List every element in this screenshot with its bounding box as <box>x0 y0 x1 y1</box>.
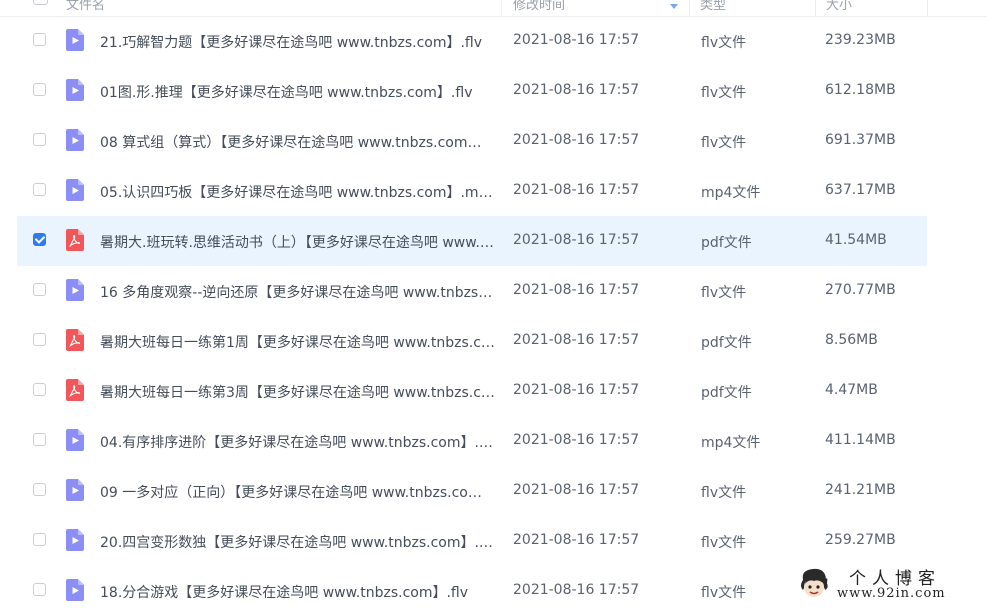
file-name[interactable]: 05.认识四巧板【更多好课尽在途鸟吧 www.tnbzs.com】.mp4 <box>100 182 495 202</box>
video-file-icon <box>66 129 84 151</box>
row-checkbox[interactable] <box>33 283 46 296</box>
file-name[interactable]: 09 一多对应（正向）【更多好课尽在途鸟吧 www.tnbzs.com】.flv <box>100 482 495 502</box>
row-checkbox[interactable] <box>33 133 46 146</box>
file-modified-date: 2021-08-16 17:57 <box>513 232 640 248</box>
file-name[interactable]: 暑期大班每日一练第3周【更多好课尽在途鸟吧 www.tnbzs.com】.pdf <box>100 382 495 402</box>
file-type: flv文件 <box>701 285 747 301</box>
file-row[interactable]: 16 多角度观察--逆向还原【更多好课尽在途鸟吧 www.tnbzs.com】.… <box>17 266 927 316</box>
file-size: 259.27MB <box>825 532 896 548</box>
pdf-file-icon <box>66 329 84 351</box>
file-size: 8.56MB <box>825 332 878 348</box>
row-checkbox-checked[interactable] <box>33 233 46 246</box>
file-row[interactable]: 20.四宫变形数独【更多好课尽在途鸟吧 www.tnbzs.com】.flv 2… <box>17 516 927 566</box>
file-size: 637.17MB <box>825 182 896 198</box>
row-checkbox[interactable] <box>33 583 46 596</box>
file-row[interactable]: 04.有序排序进阶【更多好课尽在途鸟吧 www.tnbzs.com】.mp4 2… <box>17 416 927 466</box>
file-type: mp4文件 <box>701 435 761 451</box>
video-file-icon <box>66 479 84 501</box>
file-modified-date: 2021-08-16 17:57 <box>513 382 640 398</box>
file-name[interactable]: 20.四宫变形数独【更多好课尽在途鸟吧 www.tnbzs.com】.flv <box>100 532 495 552</box>
file-name[interactable]: 18.分合游戏【更多好课尽在途鸟吧 www.tnbzs.com】.flv <box>100 582 495 602</box>
file-size: 41.54MB <box>825 232 887 248</box>
file-size: 612.18MB <box>825 82 896 98</box>
file-modified-date: 2021-08-16 17:57 <box>513 32 640 48</box>
file-type: flv文件 <box>701 85 747 101</box>
video-file-icon <box>66 29 84 51</box>
watermark-url: www.92in.com <box>837 586 946 601</box>
file-type: flv文件 <box>701 135 747 151</box>
file-row[interactable]: 09 一多对应（正向）【更多好课尽在途鸟吧 www.tnbzs.com】.flv… <box>17 466 927 516</box>
video-file-icon <box>66 529 84 551</box>
file-modified-date: 2021-08-16 17:57 <box>513 582 640 598</box>
file-modified-date: 2021-08-16 17:57 <box>513 282 640 298</box>
file-name[interactable]: 04.有序排序进阶【更多好课尽在途鸟吧 www.tnbzs.com】.mp4 <box>100 432 495 452</box>
video-file-icon <box>66 179 84 201</box>
file-type: mp4文件 <box>701 185 761 201</box>
file-row[interactable]: 01图.形.推理【更多好课尽在途鸟吧 www.tnbzs.com】.flv 20… <box>17 66 927 116</box>
file-list-header: 文件名 修改时间 类型 大小 <box>0 0 987 17</box>
sort-desc-icon <box>670 4 678 9</box>
file-row[interactable]: 暑期大班每日一练第3周【更多好课尽在途鸟吧 www.tnbzs.com】.pdf… <box>17 366 927 416</box>
file-type: pdf文件 <box>701 235 752 251</box>
video-file-icon <box>66 279 84 301</box>
blog-watermark: 个人博客 www.92in.com <box>789 562 987 606</box>
file-modified-date: 2021-08-16 17:57 <box>513 182 640 198</box>
file-type: pdf文件 <box>701 335 752 351</box>
pdf-file-icon <box>66 379 84 401</box>
row-checkbox[interactable] <box>33 183 46 196</box>
column-header-name[interactable]: 文件名 <box>66 0 105 13</box>
video-file-icon <box>66 579 84 601</box>
file-size: 270.77MB <box>825 282 896 298</box>
file-type: flv文件 <box>701 35 747 51</box>
file-type: pdf文件 <box>701 385 752 401</box>
file-modified-date: 2021-08-16 17:57 <box>513 432 640 448</box>
file-row[interactable]: 21.巧解智力题【更多好课尽在途鸟吧 www.tnbzs.com】.flv 20… <box>17 16 927 66</box>
file-name[interactable]: 01图.形.推理【更多好课尽在途鸟吧 www.tnbzs.com】.flv <box>100 82 495 102</box>
file-modified-date: 2021-08-16 17:57 <box>513 132 640 148</box>
select-all-checkbox[interactable] <box>33 0 48 5</box>
file-name[interactable]: 21.巧解智力题【更多好课尽在途鸟吧 www.tnbzs.com】.flv <box>100 32 495 52</box>
row-checkbox[interactable] <box>33 333 46 346</box>
file-name[interactable]: 暑期大班每日一练第1周【更多好课尽在途鸟吧 www.tnbzs.com】.pdf <box>100 332 495 352</box>
row-checkbox[interactable] <box>33 83 46 96</box>
row-checkbox[interactable] <box>33 433 46 446</box>
file-row[interactable]: 08 算式组（算式）【更多好课尽在途鸟吧 www.tnbzs.com】.flv … <box>17 116 927 166</box>
column-divider[interactable] <box>927 0 928 16</box>
file-type: flv文件 <box>701 585 747 601</box>
file-name[interactable]: 16 多角度观察--逆向还原【更多好课尽在途鸟吧 www.tnbzs.com】.… <box>100 282 495 302</box>
column-header-modified[interactable]: 修改时间 <box>513 0 565 13</box>
video-file-icon <box>66 429 84 451</box>
video-file-icon <box>66 79 84 101</box>
column-divider[interactable] <box>501 0 502 16</box>
file-row[interactable]: 05.认识四巧板【更多好课尽在途鸟吧 www.tnbzs.com】.mp4 20… <box>17 166 927 216</box>
row-checkbox[interactable] <box>33 33 46 46</box>
file-row[interactable]: 暑期大班每日一练第1周【更多好课尽在途鸟吧 www.tnbzs.com】.pdf… <box>17 316 927 366</box>
file-size: 691.37MB <box>825 132 896 148</box>
pdf-file-icon <box>66 229 84 251</box>
file-size: 239.23MB <box>825 32 896 48</box>
column-divider[interactable] <box>815 0 816 16</box>
file-size: 411.14MB <box>825 432 896 448</box>
file-modified-date: 2021-08-16 17:57 <box>513 82 640 98</box>
file-modified-date: 2021-08-16 17:57 <box>513 532 640 548</box>
file-modified-date: 2021-08-16 17:57 <box>513 482 640 498</box>
row-checkbox[interactable] <box>33 533 46 546</box>
file-type: flv文件 <box>701 535 747 551</box>
column-divider[interactable] <box>689 0 690 16</box>
file-size: 4.47MB <box>825 382 878 398</box>
cartoon-face-logo <box>801 568 828 597</box>
row-checkbox[interactable] <box>33 483 46 496</box>
file-size: 241.21MB <box>825 482 896 498</box>
file-row-selected[interactable]: 暑期大.班玩转.思维活动书（上）【更多好课尽在途鸟吧 www.tnbzs.com… <box>17 216 927 266</box>
column-header-type[interactable]: 类型 <box>700 0 726 13</box>
column-header-size[interactable]: 大小 <box>826 0 852 13</box>
file-name[interactable]: 暑期大.班玩转.思维活动书（上）【更多好课尽在途鸟吧 www.tnbzs.com… <box>100 232 495 252</box>
file-name[interactable]: 08 算式组（算式）【更多好课尽在途鸟吧 www.tnbzs.com】.flv <box>100 132 495 152</box>
file-modified-date: 2021-08-16 17:57 <box>513 332 640 348</box>
file-type: flv文件 <box>701 485 747 501</box>
row-checkbox[interactable] <box>33 383 46 396</box>
